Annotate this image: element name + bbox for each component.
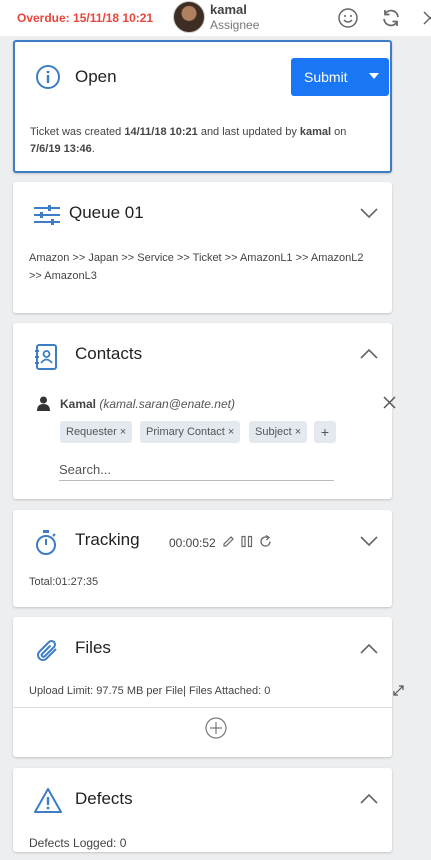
contacts-title: Contacts xyxy=(75,344,143,363)
tag-remove-icon[interactable]: × xyxy=(228,426,234,438)
updated-by: kamal xyxy=(299,126,332,138)
tracking-timer: 00:00:52 xyxy=(169,536,216,550)
tag-requester[interactable]: Requester × xyxy=(60,421,133,443)
smiley-icon[interactable] xyxy=(337,7,359,29)
remove-contact-icon[interactable] xyxy=(383,396,396,409)
reset-icon[interactable] xyxy=(259,535,272,548)
defects-card: Defects Defects Logged: 0 xyxy=(13,768,392,852)
contact-name: Kamal xyxy=(60,397,97,411)
top-bar: Overdue: 15/11/18 10:21 kamal Assignee xyxy=(0,0,431,36)
status-description: Ticket was created 14/11/18 10:21 and la… xyxy=(30,126,347,155)
tracking-title: Tracking xyxy=(75,530,140,549)
files-title: Files xyxy=(75,638,111,657)
assignee-role: Assignee xyxy=(210,18,260,32)
address-book-icon xyxy=(35,344,57,370)
chevron-down-icon[interactable] xyxy=(369,73,379,79)
divider xyxy=(13,707,392,708)
contact-search-input[interactable] xyxy=(59,459,334,481)
files-upload-info: Upload Limit: 97.75 MB per File| Files A… xyxy=(29,685,271,697)
paperclip-icon xyxy=(37,639,57,661)
tag-remove-icon[interactable]: × xyxy=(120,426,126,438)
tag-primary-contact[interactable]: Primary Contact × xyxy=(140,421,241,443)
tracking-card: Tracking 00:00:52 Total:01:27:35 xyxy=(13,510,392,607)
add-file-icon[interactable] xyxy=(205,717,227,739)
chevron-up-icon[interactable] xyxy=(360,348,378,360)
warning-icon xyxy=(34,788,62,813)
tracking-total: Total:01:27:35 xyxy=(29,576,99,588)
sliders-icon xyxy=(34,205,60,225)
chevron-up-icon[interactable] xyxy=(360,643,378,655)
info-icon xyxy=(36,65,60,89)
chevron-up-icon[interactable] xyxy=(360,793,378,805)
chevron-down-icon[interactable] xyxy=(360,535,378,547)
contact-email: (kamal.saran@enate.net) xyxy=(99,397,235,411)
defects-title: Defects xyxy=(75,789,133,808)
status-card: Open Submit Ticket was created 14/11/18 … xyxy=(13,40,392,173)
close-icon[interactable] xyxy=(423,11,431,25)
edit-icon[interactable] xyxy=(222,535,235,548)
queue-card[interactable]: Queue 01 Amazon >> Japan >> Service >> T… xyxy=(13,182,392,313)
contact-entry: Kamal (kamal.saran@enate.net) xyxy=(60,397,235,411)
avatar[interactable] xyxy=(173,1,205,33)
tag-subject[interactable]: Subject × xyxy=(249,421,308,443)
created-date: 14/11/18 10:21 xyxy=(124,126,198,138)
refresh-icon[interactable] xyxy=(380,7,402,29)
chevron-down-icon[interactable] xyxy=(360,207,378,219)
expand-icon[interactable] xyxy=(393,685,404,696)
defects-logged: Defects Logged: 0 xyxy=(29,836,127,850)
submit-button[interactable]: Submit xyxy=(291,58,389,96)
overdue-label: Overdue: 15/11/18 10:21 xyxy=(17,11,154,25)
files-card: Files Upload Limit: 97.75 MB per File| F… xyxy=(13,617,404,757)
person-icon xyxy=(37,396,50,411)
assignee-name: kamal xyxy=(210,2,247,17)
stopwatch-icon xyxy=(36,530,56,555)
updated-date: 7/6/19 13:46 xyxy=(30,143,92,155)
status-title: Open xyxy=(75,67,117,86)
tag-remove-icon[interactable]: × xyxy=(295,426,301,438)
add-tag-button[interactable]: + xyxy=(314,421,336,443)
pause-icon[interactable] xyxy=(241,535,253,548)
queue-title: Queue 01 xyxy=(69,203,144,222)
queue-path: Amazon >> Japan >> Service >> Ticket >> … xyxy=(29,252,364,282)
plus-icon: + xyxy=(320,424,330,440)
